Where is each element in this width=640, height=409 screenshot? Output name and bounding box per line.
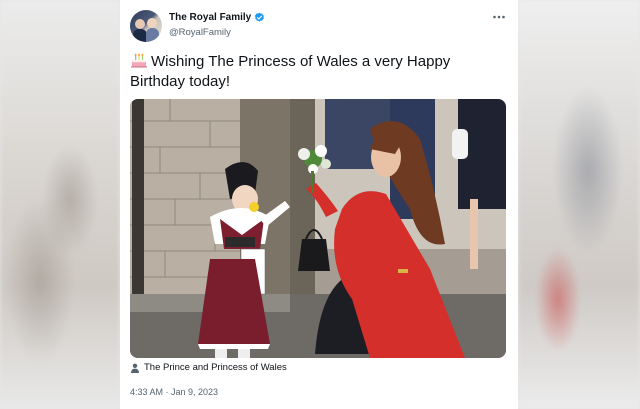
timestamp[interactable]: 4:33 AM · Jan 9, 2023 [130, 387, 218, 397]
more-options-icon[interactable] [492, 12, 506, 22]
photo-scene [130, 99, 506, 358]
tweet-text: Wishing The Princess of Wales a very Hap… [130, 52, 500, 92]
background-blur-right [518, 0, 640, 409]
display-name[interactable]: The Royal Family [169, 12, 251, 23]
background-blur-left [0, 0, 120, 409]
tweet-text-content: Wishing The Princess of Wales a very Hap… [130, 53, 451, 90]
photo-tag-label[interactable]: The Prince and Princess of Wales [144, 362, 287, 373]
birthday-cake-icon [131, 53, 147, 68]
handle[interactable]: @RoyalFamily [169, 27, 231, 38]
person-icon [131, 363, 139, 373]
tweet-card[interactable]: The Royal Family @RoyalFamily Wishing Th… [120, 0, 518, 409]
photo-tag[interactable]: The Prince and Princess of Wales [130, 362, 287, 373]
avatar[interactable] [130, 10, 162, 42]
author-name-row[interactable]: The Royal Family [169, 12, 265, 23]
verified-badge-icon [254, 12, 265, 22]
tweet-photo[interactable] [130, 99, 506, 358]
